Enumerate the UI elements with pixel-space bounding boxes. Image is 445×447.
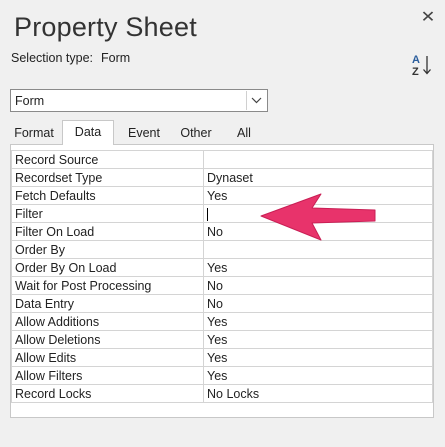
close-icon: ✕ bbox=[420, 9, 436, 26]
panel-title: Property Sheet bbox=[14, 12, 197, 42]
property-value[interactable]: No Locks bbox=[203, 384, 433, 403]
property-row[interactable]: Allow Filters Yes bbox=[11, 366, 433, 385]
tab-event[interactable]: Event bbox=[118, 124, 170, 144]
selection-type-label: Selection type: bbox=[11, 51, 93, 65]
sort-button[interactable]: A Z bbox=[410, 52, 434, 78]
property-value[interactable]: Yes bbox=[203, 366, 433, 385]
property-row[interactable]: Record Locks No Locks bbox=[11, 384, 433, 403]
property-name: Filter bbox=[11, 204, 204, 223]
property-grid: Record Source Recordset Type Dynaset Fetc… bbox=[10, 144, 434, 418]
sort-a-z-icon: A Z bbox=[410, 52, 434, 78]
svg-text:A: A bbox=[412, 54, 420, 66]
property-row[interactable]: Allow Edits Yes bbox=[11, 348, 433, 367]
property-value[interactable]: No bbox=[203, 276, 433, 295]
text-caret bbox=[207, 207, 208, 221]
property-name: Order By bbox=[11, 240, 204, 259]
property-name: Record Locks bbox=[11, 384, 204, 403]
selection-type: Selection type: Form bbox=[11, 51, 130, 65]
property-name: Recordset Type bbox=[11, 168, 204, 187]
property-name: Allow Edits bbox=[11, 348, 204, 367]
property-tabs: Format Data Event Other All bbox=[8, 120, 438, 145]
property-row[interactable]: Order By On Load Yes bbox=[11, 258, 433, 277]
property-row[interactable]: Allow Deletions Yes bbox=[11, 330, 433, 349]
property-name: Fetch Defaults bbox=[11, 186, 204, 205]
property-value[interactable]: Yes bbox=[203, 348, 433, 367]
property-row[interactable]: Recordset Type Dynaset bbox=[11, 168, 433, 187]
property-name: Allow Deletions bbox=[11, 330, 204, 349]
property-name: Wait for Post Processing bbox=[11, 276, 204, 295]
close-button[interactable]: ✕ bbox=[418, 8, 438, 28]
property-value[interactable]: Yes bbox=[203, 258, 433, 277]
tab-data[interactable]: Data bbox=[62, 120, 114, 145]
property-row[interactable]: Allow Additions Yes bbox=[11, 312, 433, 331]
property-name: Allow Additions bbox=[11, 312, 204, 331]
chevron-down-icon[interactable] bbox=[246, 91, 266, 110]
tab-format[interactable]: Format bbox=[8, 124, 60, 144]
svg-text:Z: Z bbox=[412, 66, 419, 78]
property-sheet-panel: Property Sheet ✕ Selection type: Form A Z… bbox=[0, 0, 445, 447]
selection-type-value: Form bbox=[101, 51, 131, 65]
property-name: Allow Filters bbox=[11, 366, 204, 385]
property-name: Data Entry bbox=[11, 294, 204, 313]
property-row[interactable]: Record Source bbox=[11, 150, 433, 169]
property-value[interactable]: Yes bbox=[203, 330, 433, 349]
property-row[interactable]: Wait for Post Processing No bbox=[11, 276, 433, 295]
property-value[interactable] bbox=[203, 150, 433, 169]
property-name: Record Source bbox=[11, 150, 204, 169]
property-value[interactable]: No bbox=[203, 294, 433, 313]
tab-other[interactable]: Other bbox=[170, 124, 222, 144]
property-name: Order By On Load bbox=[11, 258, 204, 277]
object-selector-value: Form bbox=[15, 94, 45, 108]
property-value[interactable]: Dynaset bbox=[203, 168, 433, 187]
annotation-arrow-icon bbox=[260, 193, 376, 241]
property-value[interactable]: Yes bbox=[203, 312, 433, 331]
property-table: Record Source Recordset Type Dynaset Fetc… bbox=[11, 150, 433, 403]
object-selector-dropdown[interactable]: Form bbox=[10, 89, 268, 112]
property-row[interactable]: Data Entry No bbox=[11, 294, 433, 313]
property-name: Filter On Load bbox=[11, 222, 204, 241]
tab-all[interactable]: All bbox=[226, 124, 262, 144]
